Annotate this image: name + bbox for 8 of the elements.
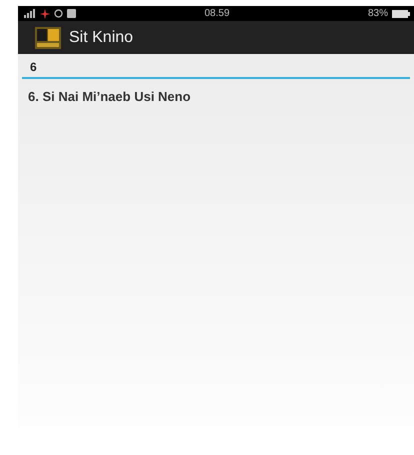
result-item[interactable]: 6. Si Nai Mi’naeb Usi Neno [22, 79, 410, 114]
clock-text: 08.59 [204, 8, 230, 19]
app-title: Sit Knino [69, 28, 134, 46]
search-field[interactable]: 6 [22, 58, 410, 79]
app-logo-icon [35, 26, 61, 48]
battery-percent: 83% [368, 8, 388, 19]
battery-icon [392, 10, 410, 18]
signal-icon [24, 9, 36, 18]
